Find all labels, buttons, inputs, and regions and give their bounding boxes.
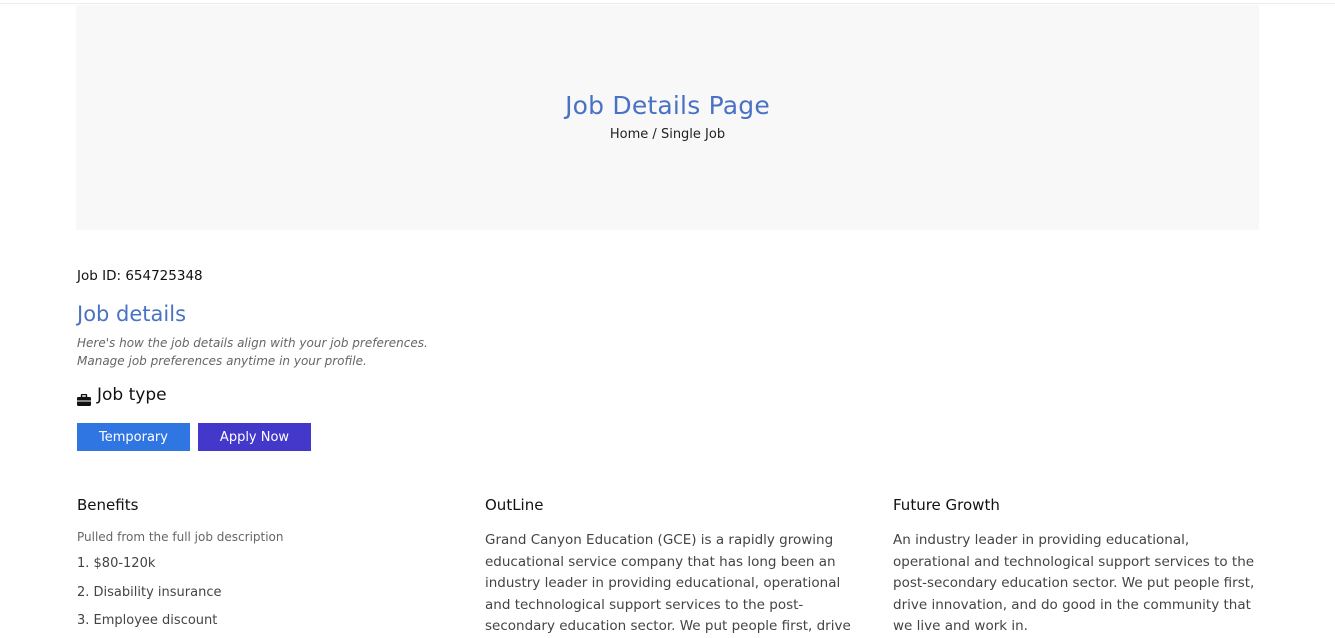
breadcrumb-current: Single Job <box>660 127 726 142</box>
page-header-banner: Job Details Page Home / Single Job <box>76 5 1259 230</box>
list-item: 3. Employee discount <box>77 613 218 628</box>
breadcrumb: Home / Single Job <box>76 127 1259 142</box>
benefits-list: 1. $80-120k 2. Disability insurance 3. E… <box>77 550 457 636</box>
job-details-description: Here's how the job details align with yo… <box>77 336 428 368</box>
outline-section: OutLine Grand Canyon Education (GCE) is … <box>485 496 855 638</box>
job-type-label: Job type <box>97 385 167 405</box>
future-growth-section: Future Growth An industry leader in prov… <box>893 496 1268 638</box>
benefits-section: Benefits Pulled from the full job descri… <box>77 496 457 636</box>
future-growth-heading: Future Growth <box>893 496 1000 514</box>
benefits-heading: Benefits <box>77 496 139 514</box>
outline-text: Grand Canyon Education (GCE) is a rapidl… <box>485 532 851 634</box>
list-item: 2. Disability insurance <box>77 584 222 600</box>
temporary-button[interactable]: Temporary <box>77 423 190 451</box>
future-growth-text: An industry leader in providing educatio… <box>893 532 1255 634</box>
list-item: 1. $80-120k <box>77 556 156 571</box>
top-divider <box>0 3 1335 4</box>
outline-heading: OutLine <box>485 496 544 514</box>
briefcase-icon <box>77 391 91 406</box>
job-id: Job ID: 654725348 <box>77 268 203 284</box>
job-details-heading: Job details <box>77 302 187 326</box>
apply-now-button[interactable]: Apply Now <box>198 423 311 451</box>
breadcrumb-separator: / <box>648 127 661 142</box>
job-type-heading: Job type <box>77 385 167 406</box>
benefits-subtitle: Pulled from the full job description <box>77 530 284 544</box>
page-title: Job Details Page <box>565 91 770 120</box>
breadcrumb-home-link[interactable]: Home <box>610 127 648 142</box>
